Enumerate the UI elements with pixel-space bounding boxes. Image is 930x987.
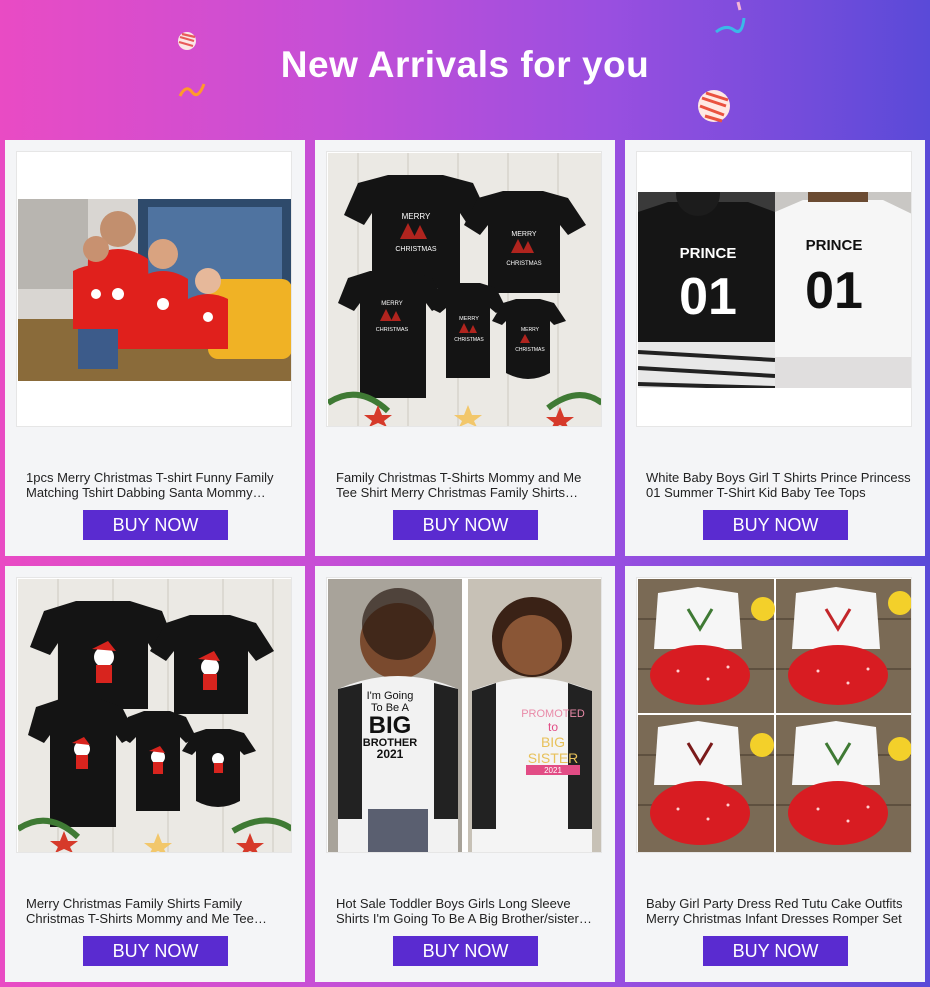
product-image[interactable]: [638, 579, 912, 853]
product-image-frame[interactable]: PRINCE 01 PRINCE 01: [636, 151, 912, 427]
svg-text:PRINCE: PRINCE: [680, 245, 737, 262]
product-image-frame[interactable]: I'm Going To Be A BIG BROTHER 2021 PROMO…: [326, 577, 602, 853]
svg-text:to: to: [548, 720, 558, 734]
product-card[interactable]: MERRY CHRISTMAS MERRY CHRISTMAS MERRY CH…: [315, 140, 615, 556]
buy-now-button[interactable]: BUY NOW: [83, 510, 228, 540]
svg-text:BIG: BIG: [369, 712, 412, 739]
product-card[interactable]: Baby Girl Party Dress Red Tutu Cake Outf…: [625, 566, 925, 982]
product-grid: 1pcs Merry Christmas T-shirt Funny Famil…: [0, 0, 930, 987]
product-image[interactable]: PRINCE 01 PRINCE 01: [638, 192, 912, 388]
svg-text:01: 01: [679, 268, 737, 326]
svg-text:PROMOTED: PROMOTED: [521, 708, 585, 720]
svg-text:2021: 2021: [377, 747, 404, 761]
svg-text:MERRY: MERRY: [511, 231, 536, 238]
product-image[interactable]: [18, 579, 292, 853]
svg-text:I'm Going: I'm Going: [367, 690, 414, 702]
svg-text:MERRY: MERRY: [459, 316, 479, 322]
product-image-frame[interactable]: [16, 577, 292, 853]
svg-text:PRINCE: PRINCE: [806, 237, 863, 254]
buy-now-button[interactable]: BUY NOW: [83, 936, 228, 966]
svg-text:CHRISTMAS: CHRISTMAS: [454, 337, 484, 343]
svg-text:MERRY: MERRY: [521, 327, 540, 333]
buy-now-button[interactable]: BUY NOW: [393, 936, 538, 966]
product-image[interactable]: [18, 199, 292, 381]
product-card[interactable]: I'm Going To Be A BIG BROTHER 2021 PROMO…: [315, 566, 615, 982]
svg-text:CHRISTMAS: CHRISTMAS: [506, 261, 541, 267]
product-card[interactable]: 1pcs Merry Christmas T-shirt Funny Famil…: [5, 140, 305, 556]
product-image[interactable]: I'm Going To Be A BIG BROTHER 2021 PROMO…: [328, 579, 602, 853]
svg-text:CHRISTMAS: CHRISTMAS: [395, 246, 437, 253]
svg-text:MERRY: MERRY: [381, 301, 403, 307]
buy-now-button[interactable]: BUY NOW: [393, 510, 538, 540]
product-image-frame[interactable]: [636, 577, 912, 853]
svg-text:01: 01: [805, 262, 863, 320]
buy-now-button[interactable]: BUY NOW: [703, 936, 848, 966]
svg-text:CHRISTMAS: CHRISTMAS: [376, 327, 409, 333]
svg-text:CHRISTMAS: CHRISTMAS: [515, 347, 545, 353]
product-title[interactable]: Family Christmas T-Shirts Mommy and Me T…: [336, 470, 601, 500]
product-title[interactable]: 1pcs Merry Christmas T-shirt Funny Famil…: [26, 470, 291, 500]
product-title[interactable]: Hot Sale Toddler Boys Girls Long Sleeve …: [336, 896, 601, 926]
product-card[interactable]: PRINCE 01 PRINCE 01 White Baby Boys Girl…: [625, 140, 925, 556]
product-title[interactable]: Baby Girl Party Dress Red Tutu Cake Outf…: [646, 896, 911, 926]
product-title[interactable]: White Baby Boys Girl T Shirts Prince Pri…: [646, 470, 911, 500]
product-title[interactable]: Merry Christmas Family Shirts Family Chr…: [26, 896, 291, 926]
product-image[interactable]: MERRY CHRISTMAS MERRY CHRISTMAS MERRY CH…: [328, 153, 602, 427]
svg-text:2021: 2021: [544, 766, 562, 775]
product-card[interactable]: Merry Christmas Family Shirts Family Chr…: [5, 566, 305, 982]
product-image-frame[interactable]: [16, 151, 292, 427]
svg-text:SISTER: SISTER: [528, 750, 579, 766]
svg-text:BIG: BIG: [541, 734, 565, 750]
buy-now-button[interactable]: BUY NOW: [703, 510, 848, 540]
svg-text:MERRY: MERRY: [402, 212, 431, 221]
product-image-frame[interactable]: MERRY CHRISTMAS MERRY CHRISTMAS MERRY CH…: [326, 151, 602, 427]
